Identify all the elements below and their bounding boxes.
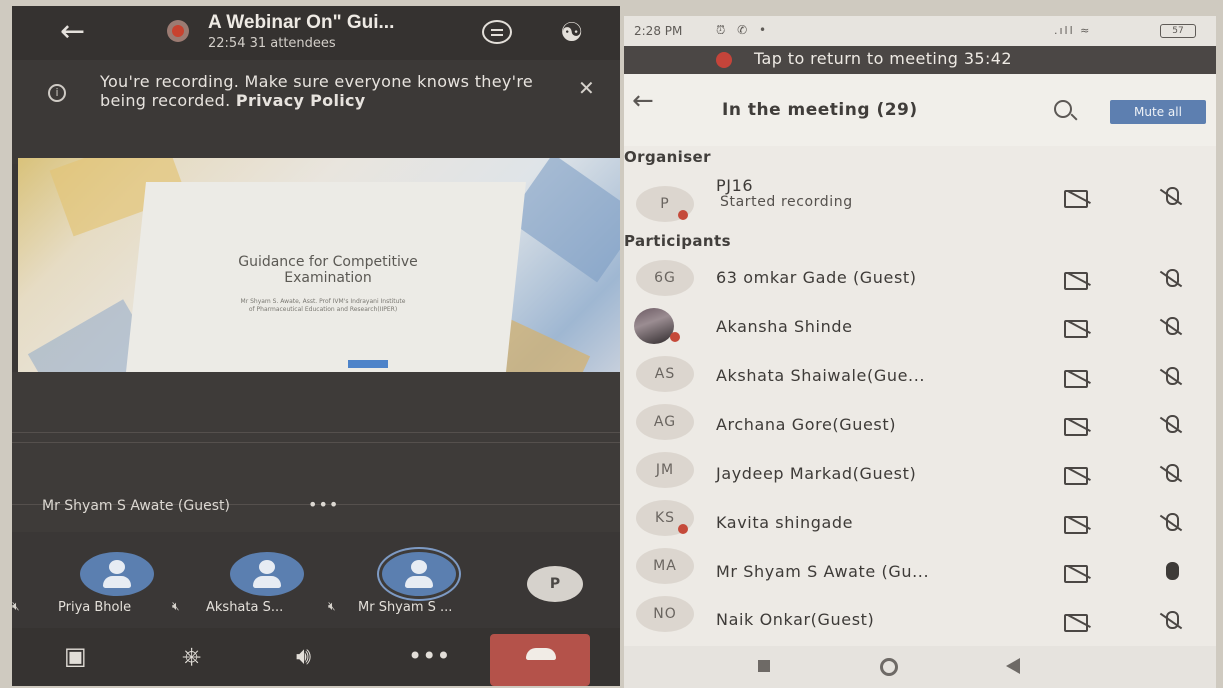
home-icon[interactable] (880, 658, 898, 676)
slide-author: Mr Shyam S. Awate, Asst. Prof IVM's Indr… (240, 298, 406, 313)
shared-slide: Guidance for Competitive Examination Mr … (18, 158, 620, 372)
mic-off-icon[interactable] (1158, 463, 1182, 485)
avatar: KS (636, 500, 694, 536)
slide-title: Guidance for Competitive Examination (238, 254, 418, 286)
more-icon[interactable]: ••• (408, 642, 450, 670)
recording-icon (716, 52, 732, 68)
recording-icon (167, 20, 189, 42)
participant-name: Naik Onkar(Guest) (716, 610, 875, 629)
mic-off-icon[interactable] (1158, 268, 1182, 290)
participant-name: Mr Shyam S Awate (Gu... (716, 562, 930, 581)
tile-label-shyam: Mr Shyam S ... (358, 600, 453, 615)
back-arrow-icon[interactable]: ← (632, 86, 654, 116)
avatar-photo (634, 308, 680, 344)
slide-button (348, 360, 388, 368)
hang-up-icon (526, 648, 556, 660)
back-arrow-icon[interactable]: ← (60, 14, 85, 49)
mic-off-icon[interactable] (1158, 610, 1182, 632)
participant-name: Akansha Shinde (716, 317, 853, 336)
recording-banner-text: You're recording. Make sure everyone kno… (100, 72, 540, 110)
hang-up-button[interactable] (490, 634, 590, 686)
avatar: P (636, 186, 694, 222)
camera-off-icon (1064, 270, 1094, 290)
info-icon: i (48, 84, 66, 102)
signal-icon: .ıll ≈ (1054, 24, 1092, 37)
chat-icon[interactable] (482, 20, 512, 44)
avatar: AG (636, 404, 694, 440)
organiser-row[interactable]: P (624, 174, 1216, 222)
participant-row[interactable]: KS (624, 494, 1216, 542)
close-icon[interactable]: ✕ (578, 76, 595, 100)
organiser-status: Started recording (720, 194, 853, 210)
nav-back-icon[interactable] (1006, 658, 1020, 674)
speaker-icon[interactable]: 🔊︎ (296, 642, 311, 670)
tile-label-akshata: Akshata S... (206, 600, 284, 615)
mute-all-button[interactable]: Mute all (1110, 100, 1206, 124)
mic-on-icon[interactable] (1158, 561, 1182, 583)
status-time: 2:28 PM (634, 24, 683, 38)
meeting-screen: ← A Webinar On" Gui... 22:54 31 attendee… (12, 6, 620, 686)
tile-avatar-priya[interactable] (80, 552, 154, 596)
return-to-meeting-text: Tap to return to meeting 35:42 (754, 49, 1012, 68)
search-icon[interactable] (1054, 100, 1072, 118)
participants-icon[interactable]: ☯ (560, 18, 583, 48)
privacy-policy-link[interactable]: Privacy Policy (236, 91, 366, 110)
camera-off-icon (1064, 318, 1094, 338)
avatar: AS (636, 356, 694, 392)
mic-off-icon[interactable] (1158, 512, 1182, 534)
tile-label-priya: Priya Bhole (58, 600, 132, 615)
android-nav-bar (624, 646, 1216, 688)
camera-off-icon (1064, 188, 1094, 208)
camera-off-icon (1064, 612, 1094, 632)
speaker-label: Mr Shyam S Awate (Guest) (42, 498, 230, 514)
meeting-title: A Webinar On" Gui... (208, 12, 395, 33)
meeting-subtitle: 22:54 31 attendees (208, 36, 336, 51)
participant-row[interactable] (624, 302, 1216, 350)
mic-off-icon: 🔇︎ (172, 599, 180, 613)
participant-row[interactable]: 6G (624, 254, 1216, 302)
panel-title: In the meeting (29) (722, 100, 918, 120)
participants-heading: Participants (624, 232, 731, 250)
participant-name: Archana Gore(Guest) (716, 415, 897, 434)
return-to-meeting-bar[interactable]: Tap to return to meeting 35:42 (624, 46, 1216, 74)
camera-off-icon (1064, 416, 1094, 436)
participant-name: Jaydeep Markad(Guest) (716, 464, 917, 483)
camera-off-icon[interactable]: ▣ (64, 642, 87, 670)
organiser-name: PJ16 (716, 176, 754, 195)
alarm-icon: ⏰︎ ✆︎ • (716, 23, 771, 37)
avatar: MA (636, 548, 694, 584)
camera-off-icon (1064, 465, 1094, 485)
participants-screen: 2:28 PM ⏰︎ ✆︎ • .ıll ≈ 57 Tap to return … (624, 16, 1216, 688)
participant-row[interactable]: NO (624, 590, 1216, 638)
mic-off-icon[interactable] (1158, 366, 1182, 388)
participant-row[interactable]: AG (624, 398, 1216, 446)
avatar: JM (636, 452, 694, 488)
participant-name: 63 omkar Gade (Guest) (716, 268, 917, 287)
participant-name: Kavita shingade (716, 513, 854, 532)
mic-off-icon[interactable] (1158, 186, 1182, 208)
mic-off-icon: 🔇︎ (12, 599, 20, 613)
tile-avatar-akshata[interactable] (230, 552, 304, 596)
camera-off-icon (1064, 368, 1094, 388)
status-bar: 2:28 PM ⏰︎ ✆︎ • .ıll ≈ 57 (624, 16, 1216, 46)
tile-avatar-shyam[interactable] (382, 552, 456, 596)
avatar: NO (636, 596, 694, 632)
mic-off-icon: 🔇︎ (328, 599, 336, 613)
organiser-heading: Organiser (624, 148, 711, 166)
mic-off-icon[interactable] (1158, 414, 1182, 436)
mic-off-icon[interactable]: ⎈ (182, 642, 201, 670)
participant-row[interactable]: JM (624, 446, 1216, 494)
battery-icon: 57 (1160, 24, 1196, 38)
tile-avatar-p[interactable]: P (527, 566, 583, 602)
participant-name: Akshata Shaiwale(Gue... (716, 366, 926, 385)
recents-icon[interactable] (758, 660, 770, 672)
avatar: 6G (636, 260, 694, 296)
camera-off-icon (1064, 563, 1094, 583)
mic-off-icon[interactable] (1158, 316, 1182, 338)
more-icon[interactable]: ••• (308, 495, 339, 514)
camera-off-icon (1064, 514, 1094, 534)
